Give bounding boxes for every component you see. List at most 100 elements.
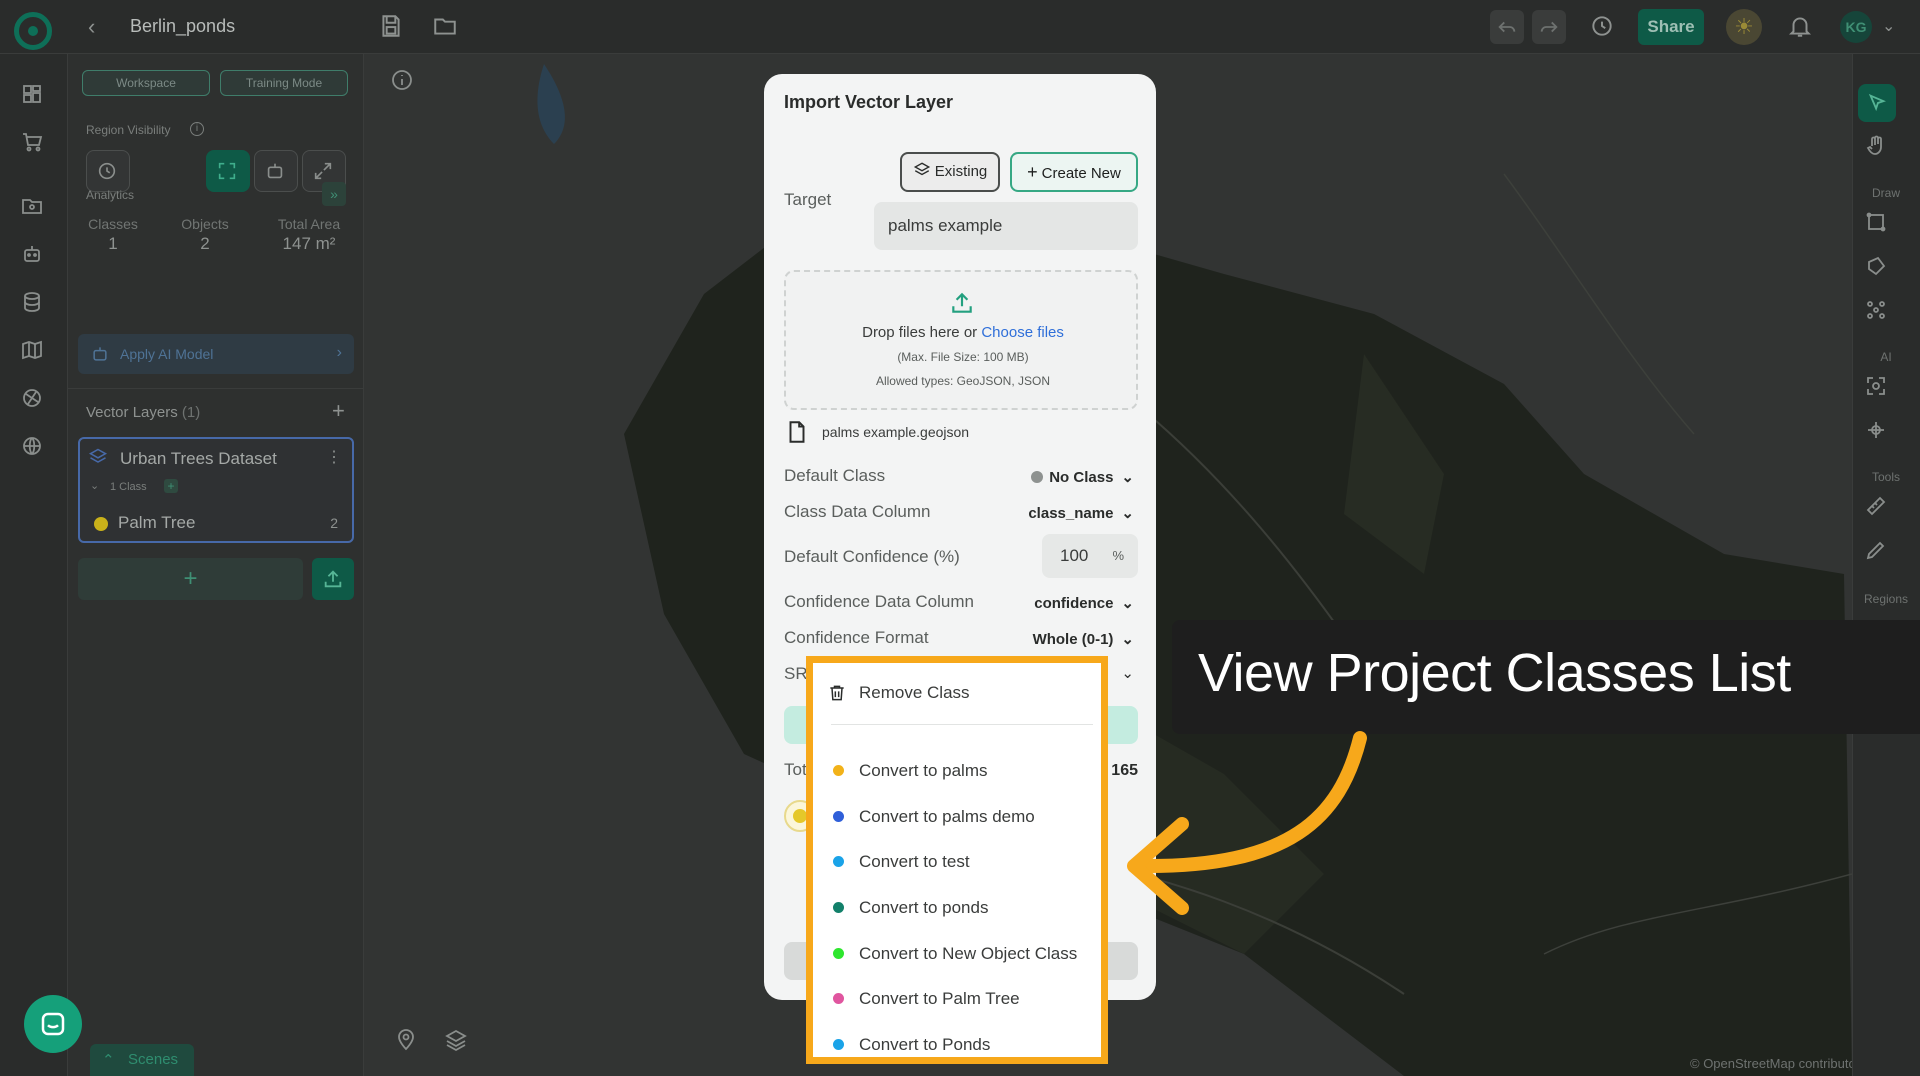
undo-button[interactable] — [1490, 10, 1524, 44]
user-avatar[interactable]: KG — [1840, 11, 1872, 43]
pencil-icon[interactable] — [1864, 538, 1890, 564]
analytics-label: Analytics — [86, 188, 135, 202]
default-confidence-input[interactable]: 100 % — [1042, 534, 1138, 578]
layer-class-count: 1 Class — [110, 481, 147, 493]
convert-option-label: Convert to New Object Class — [859, 944, 1078, 963]
location-pin-icon[interactable] — [394, 1028, 420, 1054]
upload-layer-button[interactable] — [312, 558, 354, 600]
back-icon[interactable]: ‹ — [88, 14, 95, 40]
select-cursor-button[interactable] — [1858, 84, 1896, 122]
class-color-dot — [833, 902, 844, 913]
convert-option-label: Convert to ponds — [859, 898, 989, 917]
workspace-button[interactable]: Workspace — [82, 70, 210, 96]
region-frame-button[interactable] — [206, 150, 250, 192]
convert-option-palms[interactable]: Convert to palms — [825, 751, 1101, 789]
history-icon[interactable] — [1589, 13, 1615, 39]
convert-option-new-object-class[interactable]: Convert to New Object Class — [825, 934, 1101, 972]
target-name-input[interactable] — [874, 202, 1138, 250]
cart-icon[interactable] — [20, 130, 46, 156]
share-button[interactable]: Share — [1638, 9, 1704, 45]
default-class-label: Default Class — [784, 466, 886, 485]
default-class-select[interactable]: No Class ⌄ — [1031, 468, 1134, 486]
rectangle-draw-icon[interactable] — [1864, 210, 1890, 236]
chevron-down-icon[interactable]: ⌄ — [1882, 16, 1895, 36]
confidence-format-select[interactable]: Whole (0-1) ⌄ — [1033, 630, 1134, 648]
add-layer-plus-icon[interactable]: + — [332, 398, 345, 424]
scenes-icon: ⌃ — [102, 1052, 115, 1069]
time-visibility-button[interactable] — [86, 150, 130, 192]
info-icon[interactable] — [390, 68, 414, 92]
class-data-column-value: class_name — [1028, 505, 1114, 522]
double-chevron-right-icon[interactable]: » — [322, 182, 346, 206]
polygon-draw-icon[interactable] — [1864, 254, 1890, 280]
theme-toggle-sun-icon[interactable]: ☀ — [1726, 9, 1762, 45]
convert-option-palms-demo[interactable]: Convert to palms demo — [825, 797, 1101, 835]
robot-visibility-button[interactable] — [254, 150, 298, 192]
convert-option-label: Convert to palms demo — [859, 807, 1035, 826]
ai-section-label: AI — [1880, 350, 1892, 364]
create-new-button[interactable]: + Create New — [1010, 152, 1138, 192]
classes-stat-value: 1 — [108, 234, 118, 253]
choose-files-link[interactable]: Choose files — [981, 324, 1064, 341]
existing-target-button[interactable]: Existing — [900, 152, 1000, 192]
allowed-types: Allowed types: GeoJSON, JSON — [875, 374, 1051, 388]
file-dropzone[interactable]: Drop files here or Choose files (Max. Fi… — [784, 270, 1138, 410]
convert-option-palm-tree[interactable]: Convert to Palm Tree — [825, 979, 1101, 1017]
satellite-icon[interactable] — [20, 386, 46, 412]
left-icon-rail — [0, 54, 68, 1076]
folder-pin-icon[interactable] — [20, 194, 46, 220]
left-panel: Workspace Training Mode Region Visibilit… — [68, 54, 364, 1076]
more-options-icon[interactable]: ⋮ — [326, 447, 342, 467]
drop-instructions: Drop files here or Choose files — [786, 324, 1140, 341]
chevron-down-icon: ⌄ — [1121, 469, 1134, 486]
class-object-count: 2 — [330, 515, 338, 531]
training-mode-button[interactable]: Training Mode — [220, 70, 348, 96]
robot-icon[interactable] — [20, 242, 46, 268]
convert-option-test[interactable]: Convert to test — [825, 842, 1101, 880]
apply-ai-model-button[interactable]: Apply AI Model › — [78, 334, 354, 374]
map-icon[interactable] — [20, 338, 46, 364]
convert-option-ponds[interactable]: Convert to ponds — [825, 888, 1101, 926]
upload-icon — [949, 290, 975, 321]
notification-bell-icon[interactable] — [1787, 13, 1813, 39]
chevron-down-icon[interactable]: ⌄ — [90, 479, 99, 492]
confidence-data-column-select[interactable]: confidence ⌄ — [1034, 594, 1134, 612]
drop-or: or — [963, 324, 978, 341]
robot-icon — [90, 344, 110, 369]
dashboard-icon[interactable] — [20, 82, 46, 108]
chat-support-button[interactable] — [24, 995, 82, 1053]
ai-segment-icon[interactable] — [1864, 418, 1890, 444]
ruler-icon[interactable] — [1864, 494, 1890, 520]
layer-name: Urban Trees Dataset — [120, 449, 277, 468]
app-root: ‹ Berlin_ponds Share ☀ KG ⌄ Workspace Tr… — [0, 0, 1920, 1076]
drop-text: Drop files here — [862, 324, 960, 341]
globe-icon[interactable] — [20, 434, 46, 460]
layers-icon[interactable] — [444, 1028, 470, 1054]
draw-section-label: Draw — [1871, 186, 1900, 200]
convert-option-label: Convert to Ponds — [859, 1035, 991, 1054]
class-data-column-select[interactable]: class_name ⌄ — [1028, 504, 1134, 522]
chevron-down-icon[interactable]: ⌄ — [1121, 664, 1134, 682]
hand-pan-icon[interactable] — [1864, 134, 1890, 160]
map-attribution[interactable]: © OpenStreetMap contributors — [1690, 1056, 1867, 1071]
ai-detect-icon[interactable] — [1864, 374, 1890, 400]
scenes-tab[interactable]: ⌃ Scenes — [90, 1044, 194, 1076]
remove-class-option[interactable]: Remove Class — [823, 671, 1093, 713]
layer-card-urban-trees[interactable]: Urban Trees Dataset ⋮ ⌄ 1 Class + Palm T… — [78, 437, 354, 543]
points-draw-icon[interactable] — [1864, 298, 1890, 324]
add-layer-button[interactable]: + — [78, 558, 303, 600]
confidence-format-label: Confidence Format — [784, 628, 929, 647]
save-icon[interactable] — [378, 13, 404, 39]
class-color-dot — [833, 856, 844, 867]
remove-class-label: Remove Class — [859, 683, 970, 702]
default-class-value: No Class — [1049, 469, 1114, 486]
convert-option-ponds-2[interactable]: Convert to Ponds — [825, 1025, 1101, 1063]
info-icon[interactable]: i — [190, 122, 204, 136]
app-logo[interactable] — [14, 12, 52, 50]
apply-ai-model-label: Apply AI Model — [120, 346, 214, 362]
folder-icon[interactable] — [432, 13, 458, 39]
plus-icon: + — [1027, 161, 1038, 182]
redo-button[interactable] — [1532, 10, 1566, 44]
database-icon[interactable] — [20, 290, 46, 316]
add-class-plus-icon[interactable]: + — [164, 479, 178, 493]
